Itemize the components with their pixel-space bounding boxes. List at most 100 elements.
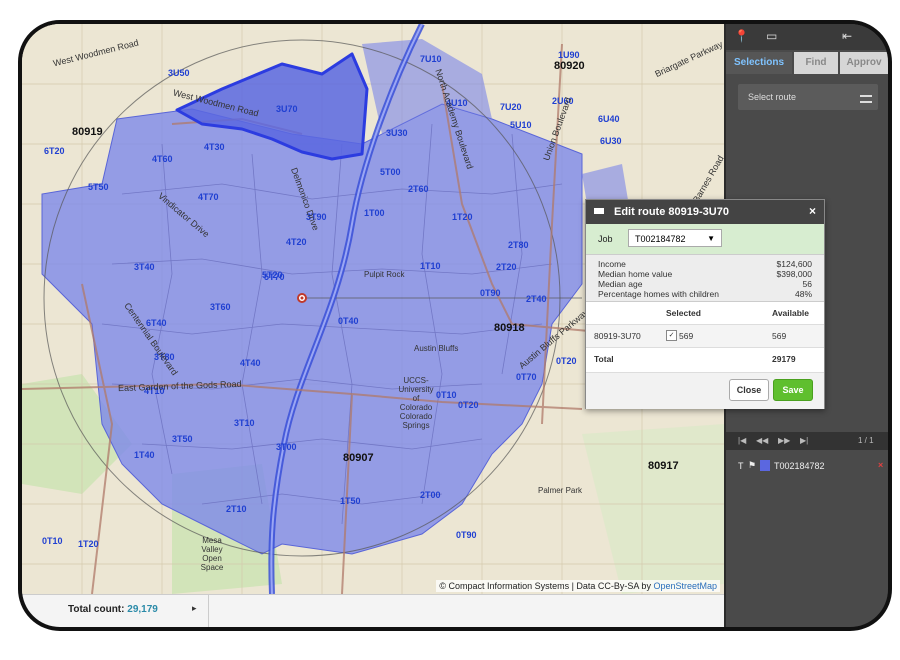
zone-label[interactable]: 1T40 <box>134 450 155 460</box>
column-header-selected: Selected <box>666 308 701 318</box>
job-select[interactable]: T002184782 ▼ <box>628 229 722 247</box>
prev-page-icon[interactable]: ◀◀ <box>756 436 768 445</box>
place-label: Palmer Park <box>538 486 583 495</box>
save-button[interactable]: Save <box>773 379 813 401</box>
close-icon[interactable]: × <box>809 204 816 218</box>
stat-median-age: Median age 56 <box>598 279 812 289</box>
demographics-stats: Income $124,600 Median home value $398,000… <box>586 254 824 302</box>
zone-label[interactable]: 2T10 <box>226 504 247 514</box>
zone-label[interactable]: 7U10 <box>420 54 442 64</box>
zone-label[interactable]: 3U70 <box>276 104 298 114</box>
zone-label[interactable]: 0T70 <box>516 372 537 382</box>
row-selected-count: 569 <box>679 331 694 341</box>
zone-label[interactable]: 4T30 <box>204 142 225 152</box>
zone-label[interactable]: 0T40 <box>338 316 359 326</box>
total-label: Total <box>594 354 614 364</box>
openstreetmap-link[interactable]: OpenStreetMap <box>653 581 717 591</box>
total-row: Total 29179 <box>586 348 824 370</box>
zone-label[interactable]: 2T40 <box>526 294 547 304</box>
next-page-icon[interactable]: ▶▶ <box>778 436 790 445</box>
place-label: Pulpit Rock <box>364 270 405 279</box>
sidebar-toolbar: 📍 ▭ ⇤ <box>726 24 888 50</box>
stat-income: Income $124,600 <box>598 259 812 269</box>
first-page-icon[interactable]: |◀ <box>738 436 746 445</box>
zone-label[interactable]: 3U30 <box>386 128 408 138</box>
stat-value: 48% <box>794 289 812 299</box>
zone-label[interactable]: 4T20 <box>286 237 307 247</box>
tab-selections[interactable]: Selections <box>726 52 792 74</box>
stat-value: $398,000 <box>776 269 812 279</box>
expand-chevron-icon[interactable]: ▸ <box>192 603 197 614</box>
zone-label[interactable]: 3T00 <box>276 442 297 452</box>
zone-label[interactable]: 2T00 <box>420 490 441 500</box>
route-color-swatch <box>760 460 770 471</box>
zone-label[interactable]: 5T50 <box>88 182 109 192</box>
monitor-icon[interactable]: ▭ <box>766 29 777 43</box>
zone-label[interactable]: 3U50 <box>168 68 190 78</box>
table-row: 80919-3U70 ✓ 569 569 <box>586 324 824 348</box>
zone-label[interactable]: 2T80 <box>508 240 529 250</box>
close-button[interactable]: Close <box>729 379 769 401</box>
stat-value: $124,600 <box>776 259 812 269</box>
remove-icon[interactable]: × <box>878 460 883 470</box>
place-label: UCCS-University of Colorado Colorado Spr… <box>398 376 434 430</box>
menu-icon <box>594 208 604 214</box>
place-label: Mesa Valley Open Space <box>200 536 224 572</box>
pager: |◀ ◀◀ ▶▶ ▶| 1 / 1 <box>726 432 888 450</box>
zone-label[interactable]: 4T40 <box>240 358 261 368</box>
zone-label[interactable]: 6T20 <box>44 146 65 156</box>
zone-label[interactable]: 0T20 <box>556 356 577 366</box>
zip-label: 80918 <box>494 322 525 334</box>
zone-label[interactable]: 0T90 <box>480 288 501 298</box>
zone-label[interactable]: 1T00 <box>364 208 385 218</box>
stat-label: Median home value <box>598 269 673 279</box>
select-route-dropdown[interactable]: Select route <box>738 84 878 110</box>
stat-label: Percentage homes with children <box>598 289 719 299</box>
select-route-placeholder: Select route <box>748 92 797 102</box>
zone-label[interactable]: 0T20 <box>458 400 479 410</box>
zone-label[interactable]: 0T10 <box>42 536 63 546</box>
zone-label[interactable]: 3T50 <box>172 434 193 444</box>
zone-label[interactable]: 3T60 <box>210 302 231 312</box>
zone-label[interactable]: 3T40 <box>134 262 155 272</box>
zone-label[interactable]: 6U40 <box>598 114 620 124</box>
stat-home-value: Median home value $398,000 <box>598 269 812 279</box>
map-attribution: © Compact Information Systems | Data CC-… <box>436 580 720 592</box>
last-page-icon[interactable]: ▶| <box>800 436 808 445</box>
zone-label[interactable]: 1T20 <box>452 212 473 222</box>
zone-label[interactable]: 6U30 <box>600 136 622 146</box>
stat-children: Percentage homes with children 48% <box>598 289 812 299</box>
dialog-title: Edit route 80919-3U70 <box>614 206 729 218</box>
tab-approve[interactable]: Approv <box>840 52 888 74</box>
zone-label[interactable]: 1U90 <box>558 50 580 60</box>
sidebar-tabs: Selections Find Approv <box>726 52 888 74</box>
total-count-label: Total count: <box>68 604 125 615</box>
zone-label[interactable]: 2T60 <box>408 184 429 194</box>
checkbox-checked-icon[interactable]: ✓ <box>666 330 677 341</box>
zone-label[interactable]: 2T20 <box>496 262 517 272</box>
column-header-available: Available <box>772 308 810 318</box>
zone-label[interactable]: 5T70 <box>264 272 285 282</box>
job-row: Job T002184782 ▼ <box>586 224 824 254</box>
zone-label[interactable]: 5U10 <box>510 120 532 130</box>
zone-label[interactable]: 0T10 <box>436 390 457 400</box>
route-type-label: T <box>738 461 744 471</box>
route-list-item[interactable]: T ⚑ T002184782 × <box>738 458 886 474</box>
zone-label[interactable]: 4T70 <box>198 192 219 202</box>
zone-label[interactable]: 1T10 <box>420 261 441 271</box>
zone-label[interactable]: 4T60 <box>152 154 173 164</box>
zone-label[interactable]: 5T00 <box>380 167 401 177</box>
pin-icon[interactable]: 📍 <box>734 29 749 43</box>
stat-value: 56 <box>802 279 812 289</box>
zone-label[interactable]: 0T90 <box>456 530 477 540</box>
tab-find[interactable]: Find <box>794 52 838 74</box>
zone-label[interactable]: 1T50 <box>340 496 361 506</box>
zone-label[interactable]: 7U20 <box>500 102 522 112</box>
attribution-text: © Compact Information Systems | Data CC-… <box>439 581 654 591</box>
row-route-id: 80919-3U70 <box>594 331 641 341</box>
zone-label[interactable]: 3T10 <box>234 418 255 428</box>
zone-label[interactable]: 1T20 <box>78 539 99 549</box>
flag-icon: ⚑ <box>748 460 757 470</box>
zip-label: 80907 <box>343 452 374 464</box>
logout-icon[interactable]: ⇤ <box>842 29 852 43</box>
